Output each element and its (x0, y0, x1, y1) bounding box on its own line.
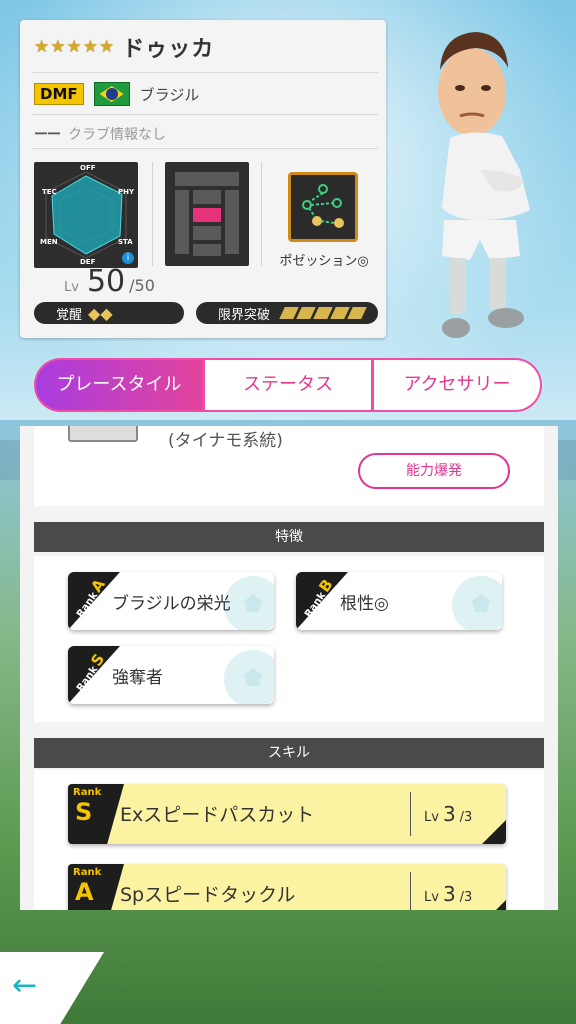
divider (261, 162, 262, 266)
tab-playstyle[interactable]: プレースタイル (36, 360, 202, 410)
skill-card[interactable]: Rank A Spスピードタックル Lv 3/3 (68, 864, 506, 910)
ability-burst-button[interactable]: 能力爆発 (358, 453, 510, 489)
radar-label-phy: PHY (118, 188, 135, 196)
awakening-label: 覚醒 (56, 307, 83, 323)
country-label: ブラジル (139, 85, 200, 104)
radar-label-off: OFF (80, 164, 96, 172)
rarity-stars: ★ ★ ★ ★ ★ (34, 36, 115, 57)
player-name: ドゥッカ (122, 37, 215, 62)
playstyle-content[interactable]: (タイナモ系統) 能力爆発 特徴 RankA ブラジルの栄光 RankB 根性◎… (20, 426, 558, 910)
divider (32, 148, 378, 149)
corner-decoration (482, 820, 506, 844)
grid-cell (193, 190, 221, 204)
tactics-icon (288, 172, 358, 242)
stat-radar-chart[interactable]: OFF TEC PHY MEN STA DEF i (34, 162, 138, 268)
play-style-label: ポゼッション◎ (279, 254, 369, 269)
playstyle-type-badge (68, 426, 138, 442)
level-max: /50 (129, 276, 155, 295)
rank-badge: Rank S (68, 784, 124, 844)
trait-label: ブラジルの栄光 (112, 594, 231, 614)
playstyle-type-text: (タイナモ系統) (168, 431, 283, 451)
trait-label: 強奪者 (112, 668, 163, 688)
limit-break-label: 限界突破 (218, 307, 271, 323)
divider (410, 872, 411, 910)
radar-label-tec: TEC (42, 188, 57, 196)
grid-cell (175, 172, 239, 186)
level-label: Lv (64, 280, 79, 295)
limit-break-bar (347, 307, 367, 319)
player-figure (438, 32, 530, 338)
skill-level: Lv 3/3 (424, 882, 473, 906)
divider (152, 162, 153, 266)
position-badge: DMF (34, 83, 84, 105)
skill-name: Spスピードタックル (120, 884, 296, 906)
divider (32, 72, 378, 73)
position-row: DMF ブラジル (34, 82, 199, 106)
skill-level: Lv 3/3 (424, 802, 473, 826)
club-row: ーー クラブ情報なし (34, 124, 166, 144)
name-row: ★ ★ ★ ★ ★ ドゥッカ (34, 30, 214, 64)
brazil-flag-icon (93, 82, 130, 106)
grid-cell (175, 190, 189, 254)
star-icon: ★ (99, 36, 115, 57)
star-icon: ★ (66, 36, 82, 57)
limit-break-pill: 限界突破 (196, 302, 378, 324)
soccer-ball-icon (224, 576, 274, 630)
grid-cell (193, 226, 221, 240)
skills-header: スキル (34, 738, 544, 768)
divider (32, 114, 378, 115)
star-icon: ★ (50, 36, 66, 57)
limit-break-bars (279, 307, 367, 319)
awakening-pill: 覚醒 ◆◆ (34, 302, 184, 324)
trait-label: 根性◎ (340, 594, 389, 614)
skill-card[interactable]: Rank S Exスピードパスカット Lv 3/3 (68, 784, 506, 844)
rank-badge: Rank A (68, 864, 124, 910)
grid-cell (193, 244, 221, 256)
awakening-diamond-icon: ◆◆ (88, 303, 113, 323)
level-row: Lv 50 /50 (64, 264, 155, 299)
level-value: 50 (86, 264, 126, 299)
skill-name: Exスピードパスカット (120, 804, 315, 826)
trait-card[interactable]: RankS 強奪者 (68, 646, 274, 704)
grid-cell-active (193, 208, 221, 222)
player-info-card: ★ ★ ★ ★ ★ ドゥッカ DMF ブラジル ーー クラブ情報なし OFF T… (20, 20, 386, 338)
radar-label-men: MEN (40, 238, 58, 246)
radar-graphic (45, 171, 127, 259)
club-dash: ーー (34, 127, 61, 143)
info-icon[interactable]: i (122, 252, 134, 264)
tab-bar: プレースタイル ステータス アクセサリー (34, 358, 542, 412)
soccer-ball-icon (452, 576, 502, 630)
tab-accessory[interactable]: アクセサリー (374, 360, 540, 410)
soccer-ball-icon (224, 650, 274, 704)
tab-status[interactable]: ステータス (205, 360, 371, 410)
grid-cell (225, 190, 239, 254)
play-style-panel: ポゼッション◎ (270, 162, 378, 274)
star-icon: ★ (34, 36, 50, 57)
divider (410, 792, 411, 836)
back-arrow-icon: ← (12, 968, 38, 1003)
trait-card[interactable]: RankA ブラジルの栄光 (68, 572, 274, 630)
trait-card[interactable]: RankB 根性◎ (296, 572, 502, 630)
corner-decoration (482, 900, 506, 910)
position-grid (165, 162, 249, 266)
radar-label-sta: STA (118, 238, 133, 246)
traits-header: 特徴 (34, 522, 544, 552)
playstyle-type-section: (タイナモ系統) 能力爆発 (34, 426, 544, 506)
star-icon: ★ (82, 36, 98, 57)
traits-section: RankA ブラジルの栄光 RankB 根性◎ RankS 強奪者 (34, 556, 544, 722)
club-label: クラブ情報なし (68, 127, 166, 143)
